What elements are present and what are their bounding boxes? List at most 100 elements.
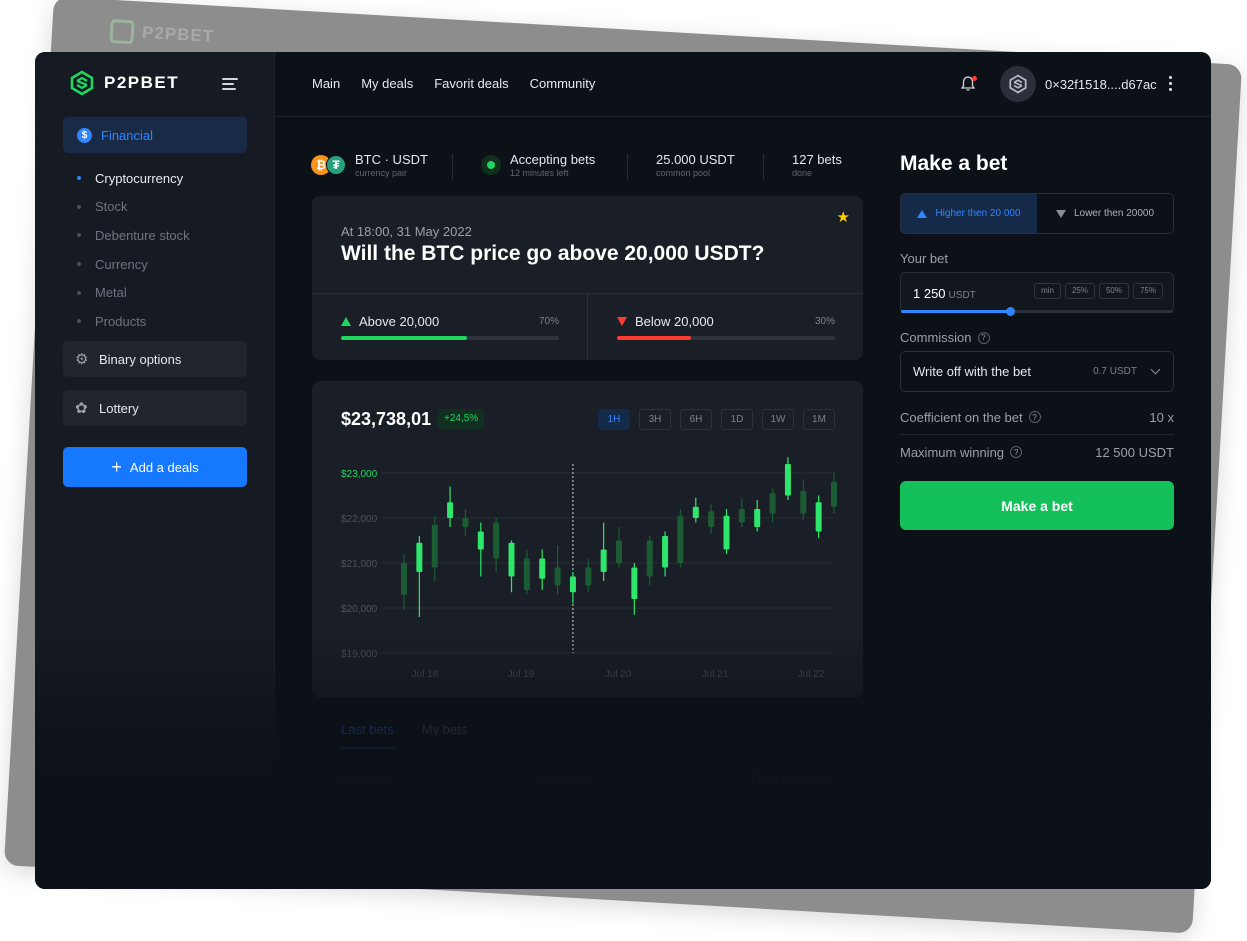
logo-text: P2PBET [104, 73, 180, 92]
wallet-address[interactable]: 0×32f1518....d67ac [1045, 77, 1157, 92]
bullet-icon [77, 262, 81, 267]
question-card: At 18:00, 31 May 2022 Will the BTC price… [312, 196, 863, 360]
y-tick-label: $23,000 [341, 469, 378, 480]
category-lottery[interactable]: ✿ Lottery [63, 390, 247, 426]
x-tick-label: Jul 19 [508, 669, 535, 680]
info-pool: 25.000 USDT common pool [656, 152, 735, 178]
candle-body [585, 567, 592, 586]
timeframe-1m[interactable]: 1M [803, 409, 835, 430]
help-icon[interactable]: ? [1010, 446, 1023, 458]
candle-body [754, 509, 761, 527]
bet-slider[interactable] [901, 307, 1173, 316]
star-icon[interactable]: ★ [837, 208, 850, 226]
make-bet-button[interactable]: Make a bet [900, 481, 1174, 530]
category-binary-label: Binary options [99, 351, 182, 367]
status-dot-icon [481, 155, 501, 175]
more-icon[interactable] [1169, 76, 1173, 94]
bets-caption: done [792, 168, 813, 178]
nav-my-deals[interactable]: My deals [361, 76, 413, 91]
higher-button[interactable]: Higher then 20 000 [901, 194, 1037, 233]
bet-slider-fill [901, 310, 1010, 313]
bet-amount-input[interactable]: 1 250 USDT min 25% 50% 75% [900, 272, 1174, 316]
direction-toggle: Higher then 20 000 Lower then 20000 [900, 193, 1174, 234]
sub-item-products[interactable]: Products [77, 307, 190, 336]
logo[interactable]: P2PBET [69, 70, 179, 96]
menu-icon[interactable] [222, 78, 238, 93]
preset-50[interactable]: 50% [1098, 283, 1129, 299]
sub-item-stock[interactable]: Stock [77, 193, 190, 222]
coefficient-value: 10 x [1149, 409, 1174, 425]
timeframe-6h[interactable]: 6H [680, 409, 712, 430]
candle-body [477, 531, 484, 550]
candle-body [662, 536, 669, 568]
bullet-icon [77, 176, 81, 181]
sub-item-debenture-stock[interactable]: Debenture stock [77, 221, 190, 250]
sub-item-label: Debenture stock [95, 227, 190, 243]
candle-body [800, 491, 807, 514]
deal-info-bar: ₿ ₮ BTC · USDT currency pair Accepting b… [311, 152, 863, 182]
preset-25[interactable]: 25% [1064, 283, 1095, 299]
app-window: P2PBET $ Financial Cryptocurrency Stock … [35, 52, 1211, 889]
main-nav: Main My deals Favorit deals Community [312, 76, 595, 91]
commission-text: Write off with the bet [913, 364, 1032, 379]
candle-body [416, 542, 423, 572]
add-deal-button[interactable]: + Add a deals [63, 447, 247, 487]
y-tick-label: $22,000 [341, 514, 378, 525]
bet-slider-handle[interactable] [1005, 307, 1015, 316]
candle-body [600, 549, 607, 572]
candlestick-chart[interactable]: $23,000 $22,000 $21,000 $20,000 $19,000 Jul 1… [312, 451, 863, 691]
nav-favorit-deals[interactable]: Favorit deals [434, 76, 508, 91]
category-financial[interactable]: $ Financial [63, 117, 247, 153]
candle-body [554, 567, 561, 586]
option-above-bar [341, 336, 559, 340]
timeframe-3h[interactable]: 3H [639, 409, 671, 430]
sub-item-label: Stock [95, 199, 128, 215]
nav-main[interactable]: Main [312, 76, 340, 91]
sub-item-metal[interactable]: Metal [77, 278, 190, 307]
bell-icon[interactable] [960, 75, 977, 93]
bullet-icon [77, 204, 81, 209]
help-icon[interactable]: ? [977, 331, 990, 344]
column-account: Account [341, 771, 388, 786]
candle-body [815, 502, 822, 532]
sidebar: P2PBET $ Financial Cryptocurrency Stock … [35, 52, 275, 772]
pool-value: 25.000 USDT [656, 152, 735, 167]
x-tick-label: Jul 22 [798, 669, 825, 680]
candle-body [523, 558, 530, 590]
question-date: At 18:00, 31 May 2022 [341, 224, 472, 239]
lower-button[interactable]: Lower then 20000 [1037, 194, 1173, 233]
tab-my-bets[interactable]: My bets [422, 722, 468, 737]
sub-item-currency[interactable]: Currency [77, 250, 190, 279]
top-header: Main My deals Favorit deals Community 0×… [276, 52, 1211, 117]
sub-item-label: Metal [95, 285, 127, 301]
max-winning-row: Maximum winning? 12 500 USDT [900, 435, 1174, 469]
candle-body [493, 522, 500, 559]
avatar[interactable] [1000, 66, 1036, 102]
bet-amount-number: 1 250 [913, 286, 946, 301]
background-logo-mark [109, 19, 135, 45]
pool-caption: common pool [656, 168, 711, 178]
preset-75[interactable]: 75% [1132, 283, 1163, 299]
coefficient-label: Coefficient on the bet [900, 409, 1023, 425]
option-above-percent: 70% [538, 316, 559, 327]
sub-item-cryptocurrency[interactable]: Cryptocurrency [77, 164, 190, 193]
bullet-icon [77, 290, 81, 295]
arrow-down-icon [1055, 209, 1066, 218]
bet-panel-title: Make a bet [900, 152, 1008, 175]
preset-min[interactable]: min [1034, 283, 1061, 299]
commission-select[interactable]: Write off with the bet 0.7 USDT [900, 351, 1174, 392]
timeframe-1h[interactable]: 1H [598, 409, 630, 430]
nav-community[interactable]: Community [530, 76, 596, 91]
option-below[interactable]: Below 20,000 30% [617, 314, 835, 340]
tab-last-bets[interactable]: Last bets [341, 722, 394, 737]
help-icon[interactable]: ? [1028, 411, 1041, 423]
option-above[interactable]: Above 20,000 70% [341, 314, 559, 340]
higher-label: Higher then 20 000 [935, 208, 1021, 219]
category-binary-options[interactable]: ⚙ Binary options [63, 341, 247, 377]
y-tick-label: $20,000 [341, 604, 378, 615]
timeframe-1w[interactable]: 1W [762, 409, 794, 430]
timeframe-1d[interactable]: 1D [721, 409, 753, 430]
candle-body [631, 567, 638, 599]
category-lottery-label: Lottery [99, 400, 139, 416]
status-value: Accepting bets [510, 152, 596, 167]
